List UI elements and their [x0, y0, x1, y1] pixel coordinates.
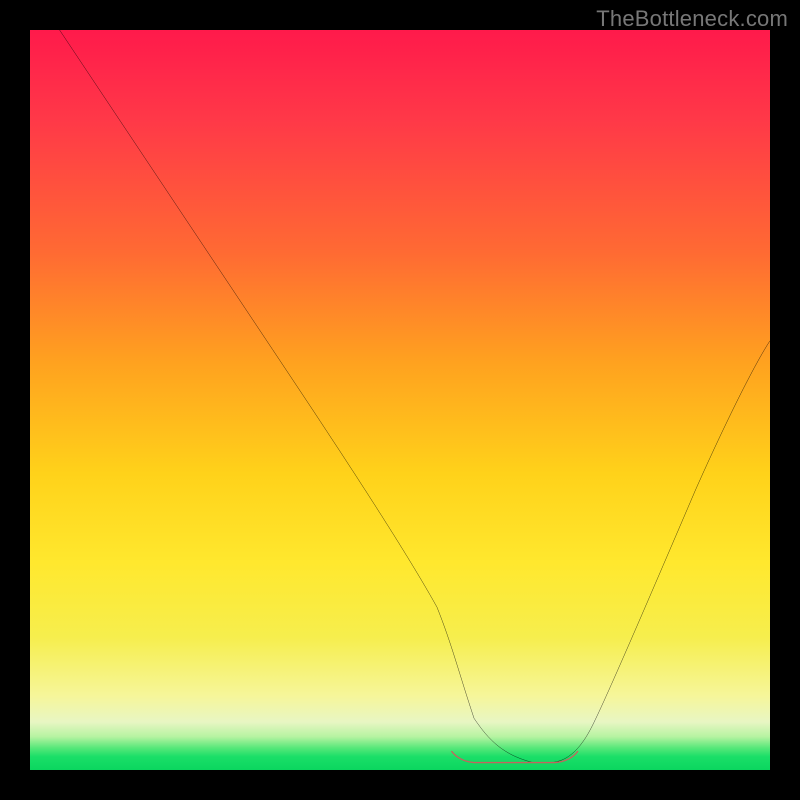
plot-area: [30, 30, 770, 770]
chart-frame: TheBottleneck.com: [0, 0, 800, 800]
optimal-range-path: [452, 752, 578, 763]
watermark-text: TheBottleneck.com: [596, 6, 788, 32]
optimal-range-marker: [30, 30, 770, 770]
